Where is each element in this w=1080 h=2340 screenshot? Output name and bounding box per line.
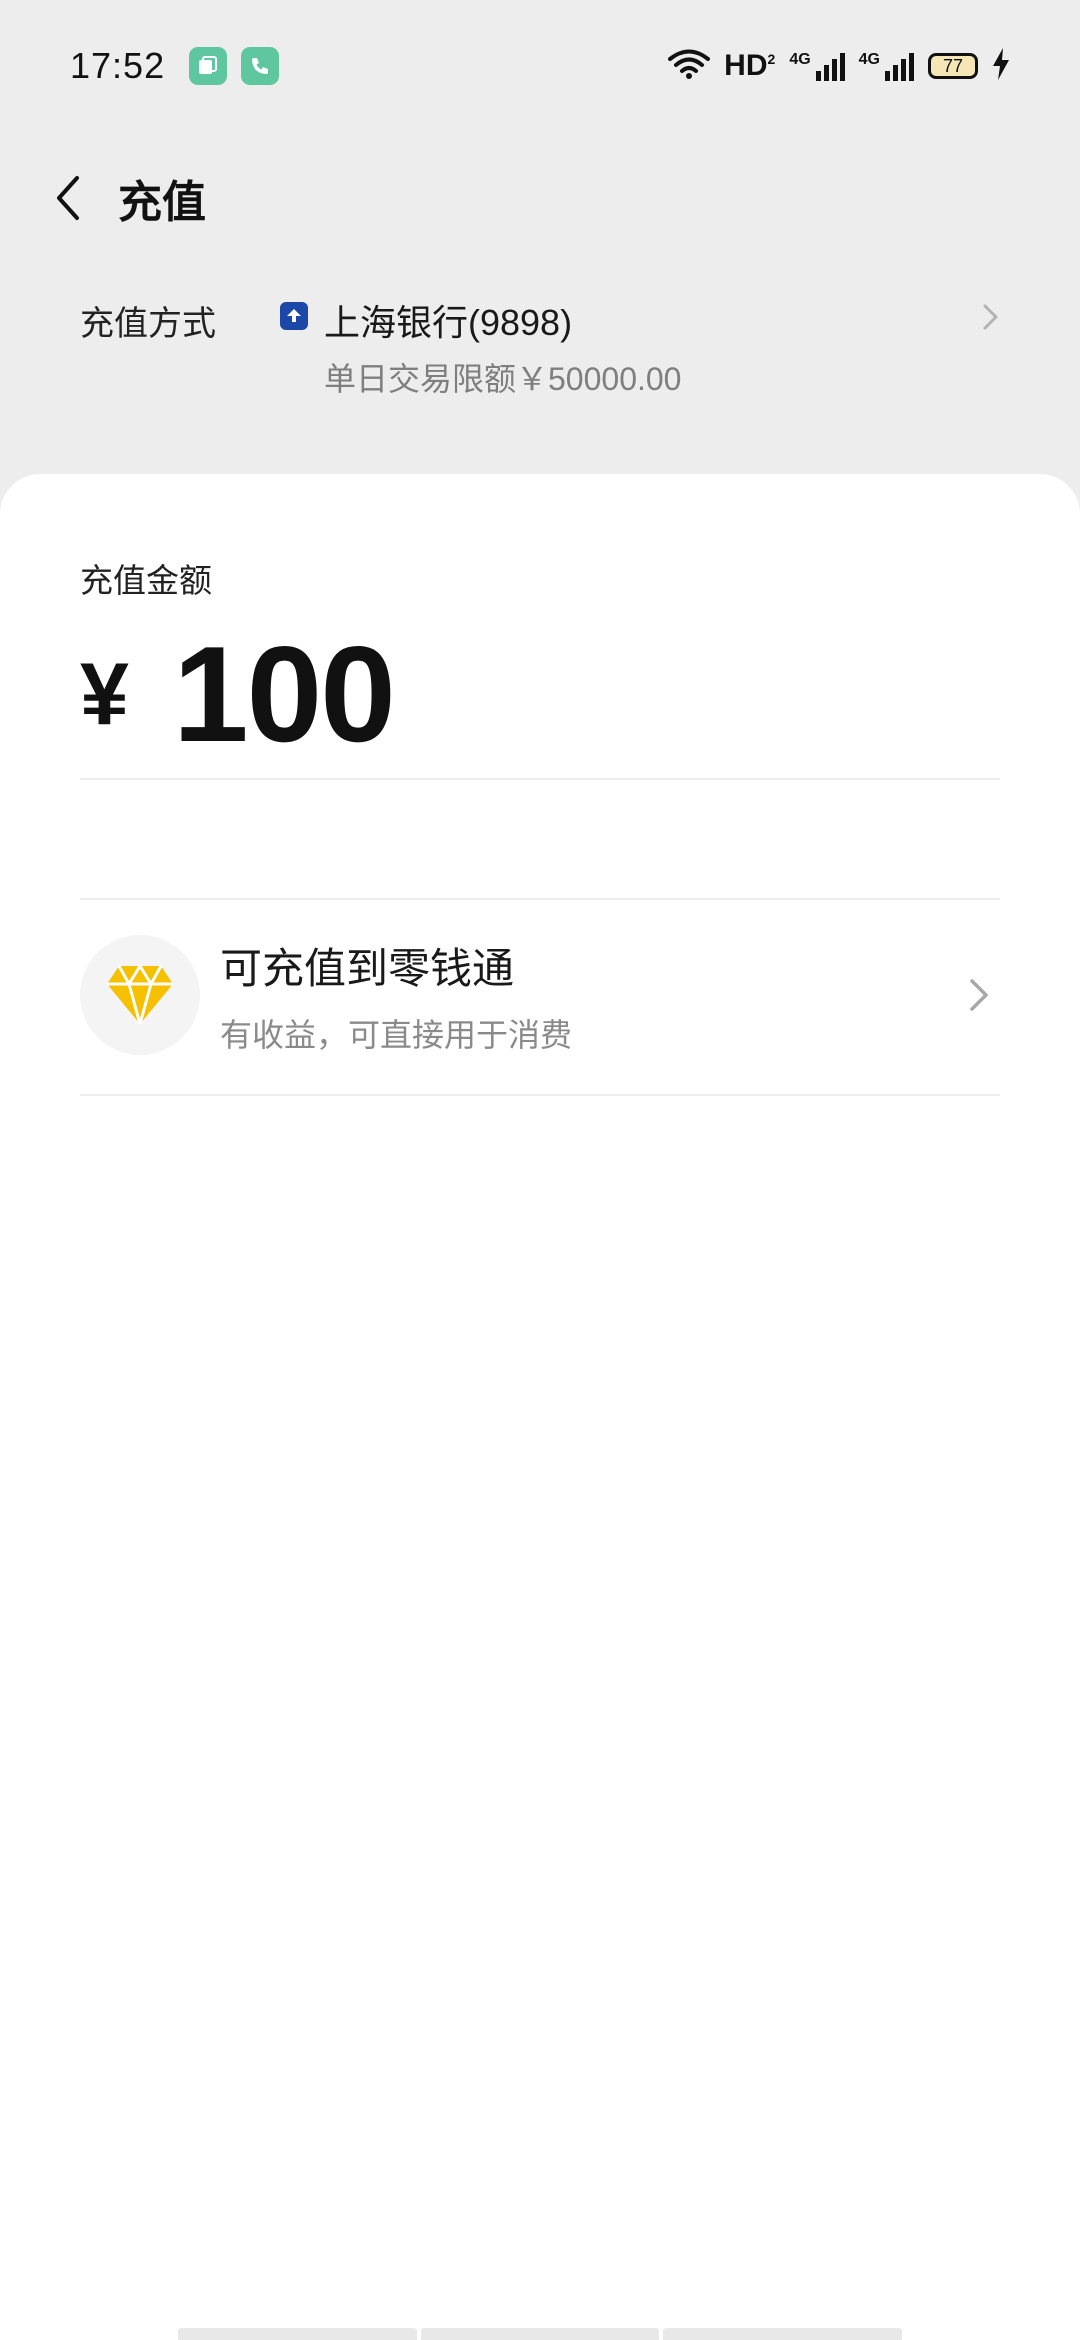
network-sub: 2 — [767, 51, 776, 67]
title-bar: 充值 — [0, 132, 1080, 264]
status-time: 17:52 — [70, 45, 166, 86]
multi-window-icon — [189, 47, 228, 85]
chevron-right-icon — [983, 304, 998, 330]
amount-value[interactable]: 100 — [173, 616, 396, 772]
keyboard-toolbar-edge — [178, 2328, 903, 2340]
network-label: HD — [724, 49, 768, 82]
payment-method-row[interactable]: 充值方式 上海银行(9898) 单日交易限额￥50000.00 — [0, 272, 1080, 422]
bank-name: 上海银行(9898) — [324, 302, 573, 343]
lingqiantong-subtitle: 有收益，可直接用于消费 — [220, 1016, 573, 1053]
signal-4g-icon: 4G — [789, 51, 845, 81]
status-icons: HD2 4G 4G 77 — [668, 47, 1010, 85]
bank-limit-text: 单日交易限额￥50000.00 — [324, 361, 682, 397]
divider — [80, 778, 1000, 780]
hd-icon: HD2 — [724, 49, 775, 83]
back-button[interactable] — [18, 148, 118, 248]
amount-input[interactable]: ¥ 100 — [80, 618, 396, 770]
status-bar: 17:52 HD2 4G 4G 77 — [0, 0, 1080, 132]
signal-label: 4G — [858, 51, 880, 68]
payment-method-label: 充值方式 — [80, 305, 216, 343]
diamond-icon — [80, 935, 200, 1055]
battery-level: 77 — [942, 55, 964, 76]
lingqiantong-row[interactable]: 可充值到零钱通 有收益，可直接用于消费 — [80, 900, 1000, 1090]
wifi-icon — [668, 48, 711, 85]
lingqiantong-text: 可充值到零钱通 有收益，可直接用于消费 — [220, 935, 964, 1056]
amount-label: 充值金额 — [80, 562, 212, 599]
divider — [80, 1094, 1000, 1096]
currency-symbol: ¥ — [80, 644, 129, 743]
signal-label: 4G — [789, 51, 811, 68]
page-title: 充值 — [118, 178, 206, 227]
chevron-left-icon — [57, 176, 79, 220]
battery-icon: 77 — [928, 53, 978, 79]
lingqiantong-title: 可充值到零钱通 — [220, 944, 515, 992]
phone-icon — [241, 47, 280, 85]
amount-card: 充值金额 ¥ 100 可充值到零钱通 有收益，可直接用于消费 — [0, 474, 1080, 2340]
signal-4g-icon: 4G — [859, 51, 914, 81]
charging-icon — [992, 47, 1010, 85]
chevron-right-icon — [970, 979, 988, 1011]
bank-logo-icon — [280, 302, 308, 330]
